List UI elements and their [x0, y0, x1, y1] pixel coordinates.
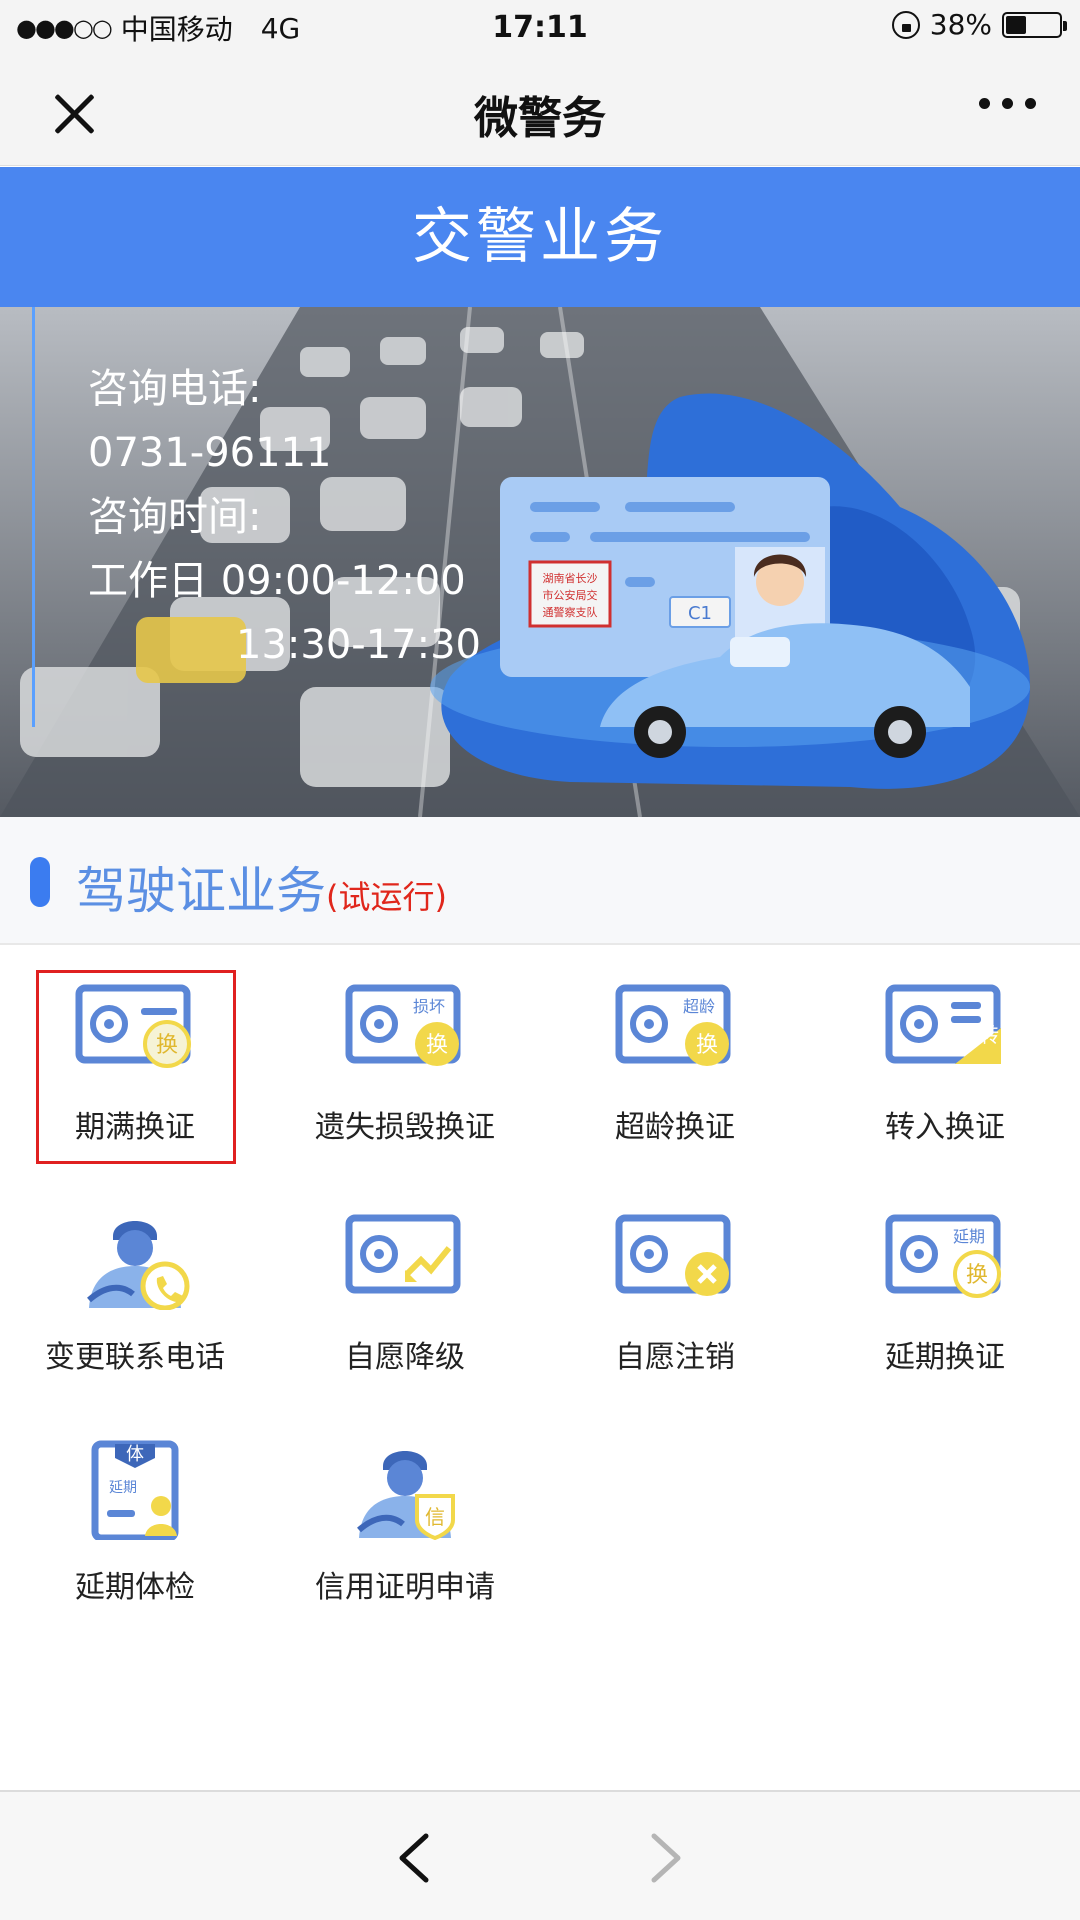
banner-accent-bar — [32, 307, 35, 727]
chevron-left-icon[interactable] — [390, 1828, 440, 1888]
license-extend-icon: 延期 换 — [885, 1214, 1001, 1298]
page-title: 微警务 — [474, 93, 606, 144]
orientation-lock-icon — [891, 10, 920, 39]
tag-text: 延期 — [953, 1227, 985, 1246]
service-extend-renewal[interactable]: 延期 换 延期换证 — [810, 1190, 1080, 1390]
service-label: 转入换证 — [885, 1110, 1005, 1145]
driver-phone-icon — [87, 1221, 190, 1310]
card-issuer-line2: 市公安局交 — [543, 588, 598, 602]
tag-text: 损坏 — [413, 997, 445, 1016]
more-icon[interactable] — [979, 98, 1036, 109]
phone-number: 0731-96111 — [88, 430, 332, 476]
tag-text: 延期 — [109, 1480, 137, 1496]
driver-credit-icon: 信 — [357, 1451, 455, 1540]
badge-text: 换 — [426, 1033, 448, 1058]
service-voluntary-cancel[interactable]: 自愿注销 — [540, 1190, 810, 1390]
card-issuer-line3: 通警察支队 — [543, 605, 598, 619]
badge-text: 换 — [966, 1263, 988, 1288]
bottom-toolbar — [0, 1790, 1080, 1920]
service-label: 遗失损毁换证 — [315, 1110, 495, 1145]
nav-bar: 微警务 — [0, 54, 1080, 166]
medical-extend-icon: 体 延期 — [91, 1440, 179, 1540]
service-label: 自愿降级 — [345, 1340, 465, 1375]
hours-label: 咨询时间: — [88, 494, 262, 540]
badge-text: 信 — [425, 1505, 445, 1529]
license-transfer-icon: 转 — [885, 984, 1001, 1064]
service-renew-expired[interactable]: 换 期满换证 — [0, 960, 270, 1160]
section-banner-title: 交警业务 — [0, 167, 1080, 307]
battery-percent: 38% — [929, 8, 992, 41]
card-class: C1 — [688, 603, 712, 624]
hours-line-2: 13:30-17:30 — [236, 622, 481, 668]
status-right: 38% — [891, 8, 1067, 41]
service-label: 延期体检 — [75, 1570, 195, 1605]
license-renew-icon: 换 — [75, 984, 191, 1068]
service-change-phone[interactable]: 变更联系电话 — [0, 1190, 270, 1390]
service-label: 延期换证 — [885, 1340, 1005, 1375]
service-label: 变更联系电话 — [45, 1340, 225, 1375]
license-downgrade-icon — [345, 1214, 461, 1294]
badge-text: 体 — [126, 1444, 144, 1465]
service-extend-checkup[interactable]: 体 延期 延期体检 — [0, 1420, 270, 1620]
badge-text: 换 — [156, 1033, 178, 1058]
service-voluntary-downgrade[interactable]: 自愿降级 — [270, 1190, 540, 1390]
chevron-right-icon[interactable] — [640, 1828, 690, 1888]
license-cancel-icon — [615, 1214, 731, 1296]
section-title: 驾驶证业务(试运行) — [76, 851, 447, 923]
badge-text: 换 — [696, 1033, 718, 1058]
info-banner: 咨询电话: 0731-96111 咨询时间: 工作日 09:00-12:00 1… — [0, 307, 1080, 817]
service-label: 超龄换证 — [615, 1110, 735, 1145]
service-label: 期满换证 — [75, 1110, 195, 1145]
tag-text: 超龄 — [683, 997, 715, 1016]
battery-fill — [1006, 15, 1026, 34]
license-overage-icon: 超龄 换 — [615, 984, 731, 1066]
license-damaged-icon: 损坏 换 — [345, 984, 461, 1066]
phone-label: 咨询电话: — [88, 366, 262, 412]
service-label: 自愿注销 — [615, 1340, 735, 1375]
license-car-illustration: 湖南省长沙 市公安局交 通警察支队 C1 — [430, 393, 1030, 789]
contact-info: 咨询电话: 0731-96111 咨询时间: 工作日 09:00-12:00 1… — [88, 357, 481, 677]
card-issuer-line1: 湖南省长沙 — [543, 572, 598, 585]
service-over-age[interactable]: 超龄 换 超龄换证 — [540, 960, 810, 1160]
service-lost-damaged[interactable]: 损坏 换 遗失损毁换证 — [270, 960, 540, 1160]
status-bar: ●●●○○ 中国移动 4G 17:11 38% — [0, 0, 1080, 54]
section-title-text: 驾驶证业务 — [76, 862, 326, 920]
section-header: 驾驶证业务(试运行) — [0, 817, 1080, 945]
section-subtitle: (试运行) — [326, 878, 447, 916]
badge-text: 转 — [979, 1023, 999, 1047]
service-transfer-in[interactable]: 转 转入换证 — [810, 960, 1080, 1160]
service-label: 信用证明申请 — [315, 1570, 495, 1605]
hours-line-1: 工作日 09:00-12:00 — [88, 558, 466, 604]
battery-icon — [1002, 11, 1067, 38]
service-credit-certificate[interactable]: 信 信用证明申请 — [270, 1420, 540, 1620]
section-accent-bar — [30, 857, 50, 907]
